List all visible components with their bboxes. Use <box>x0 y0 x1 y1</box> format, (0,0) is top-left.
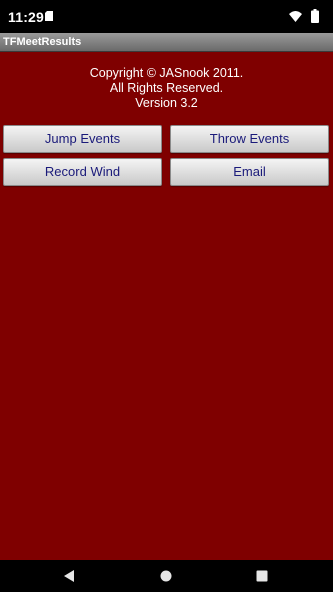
status-time: 11:29 <box>8 9 45 25</box>
app-title: TFMeetResults <box>3 36 82 48</box>
navigation-bar <box>0 560 333 592</box>
throw-events-button[interactable]: Throw Events <box>170 125 329 153</box>
home-icon[interactable] <box>160 570 172 582</box>
rights-line: All Rights Reserved. <box>109 81 224 95</box>
back-icon[interactable] <box>62 569 76 583</box>
email-button[interactable]: Email <box>170 158 329 186</box>
sd-card-icon <box>45 11 53 21</box>
main-content: Copyright © JASnook 2011. All Rights Res… <box>0 52 333 560</box>
app-title-bar: TFMeetResults <box>0 33 333 52</box>
version-line: Version 3.2 <box>135 96 198 110</box>
wifi-icon <box>289 11 302 22</box>
record-wind-button[interactable]: Record Wind <box>3 158 162 186</box>
recents-icon[interactable] <box>256 570 268 582</box>
battery-icon <box>311 9 319 23</box>
status-bar: 11:29 <box>0 0 333 33</box>
copyright-line: Copyright © JASnook 2011. <box>89 66 244 80</box>
jump-events-button[interactable]: Jump Events <box>3 125 162 153</box>
copyright-notice: Copyright © JASnook 2011. All Rights Res… <box>0 66 333 111</box>
